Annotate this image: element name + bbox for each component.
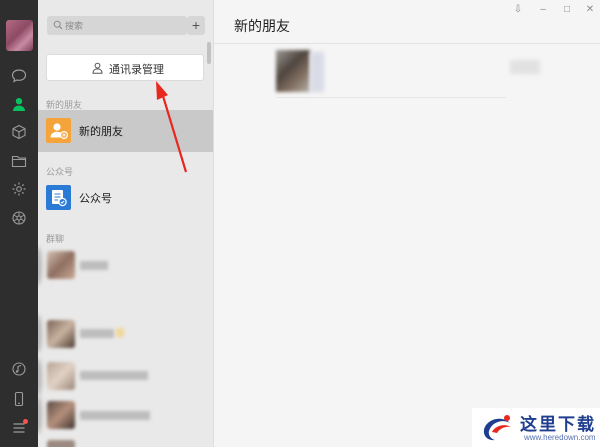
search-input[interactable]: 搜索 (47, 16, 187, 35)
watermark-url: www.heredown.com (524, 433, 596, 442)
group-name (80, 261, 108, 270)
list-item-decoration (38, 396, 42, 434)
chat-icon[interactable] (9, 66, 29, 86)
gear-icon[interactable] (9, 179, 29, 199)
friend-request-status (510, 60, 540, 74)
official-account-icon (46, 185, 71, 210)
contacts-manage-button[interactable]: 通讯录管理 (46, 54, 204, 81)
minimize-button[interactable]: – (536, 4, 550, 15)
notification-dot (23, 419, 28, 424)
watermark-brand: 这里下载 (520, 415, 596, 435)
header-divider (214, 43, 600, 44)
friend-request-divider (276, 97, 506, 98)
main-content: 新的朋友 ⇩ – □ ✕ (213, 0, 600, 447)
list-item-official-accounts[interactable]: 公众号 (38, 177, 213, 219)
contacts-icon[interactable] (9, 94, 29, 114)
new-friend-icon (46, 118, 71, 143)
close-button[interactable]: ✕ (583, 4, 597, 15)
group-avatar[interactable] (47, 440, 75, 447)
contacts-manage-label: 通讯录管理 (109, 64, 164, 76)
search-icon (53, 20, 63, 30)
group-avatar[interactable] (47, 401, 75, 429)
section-groups: 群聊 (46, 234, 65, 244)
group-avatar[interactable] (47, 320, 75, 348)
list-item-new-friends[interactable]: 新的朋友 (38, 110, 213, 152)
list-item-decoration (38, 358, 42, 396)
search-placeholder: 搜索 (65, 21, 84, 31)
watermark-logo (483, 415, 511, 441)
music-icon[interactable] (9, 359, 29, 379)
scrollbar[interactable] (207, 42, 211, 64)
group-name (80, 371, 148, 380)
watermark: 这里下载 www.heredown.com (472, 408, 600, 447)
list-item-label: 公众号 (79, 193, 112, 205)
wechat-window: 搜索 + 通讯录管理 新的朋友 新的朋友 公众号 公众号 群聊 新的朋友 ⇩ –… (0, 0, 600, 447)
contact-list-panel: 搜索 + 通讯录管理 新的朋友 新的朋友 公众号 公众号 群聊 (38, 0, 213, 447)
person-icon (92, 62, 103, 74)
left-sidebar (0, 0, 38, 447)
friend-request-avatar-edge (310, 52, 324, 92)
avatar[interactable] (6, 20, 33, 51)
group-name (80, 411, 150, 420)
settings-icon[interactable] (9, 208, 29, 228)
list-item-decoration (38, 315, 42, 353)
group-avatar[interactable] (47, 251, 75, 279)
page-title: 新的朋友 (234, 18, 290, 34)
emoji-icon (116, 328, 124, 337)
box-icon[interactable] (9, 122, 29, 142)
group-name (80, 329, 114, 338)
friend-request-avatar[interactable] (276, 50, 310, 92)
group-avatar[interactable] (47, 362, 75, 390)
phone-icon[interactable] (9, 389, 29, 409)
maximize-button[interactable]: □ (560, 4, 574, 15)
folder-icon[interactable] (9, 151, 29, 171)
pin-button[interactable]: ⇩ (511, 4, 525, 15)
add-button[interactable]: + (187, 16, 205, 35)
list-item-decoration (38, 247, 42, 285)
list-item-label: 新的朋友 (79, 126, 123, 138)
